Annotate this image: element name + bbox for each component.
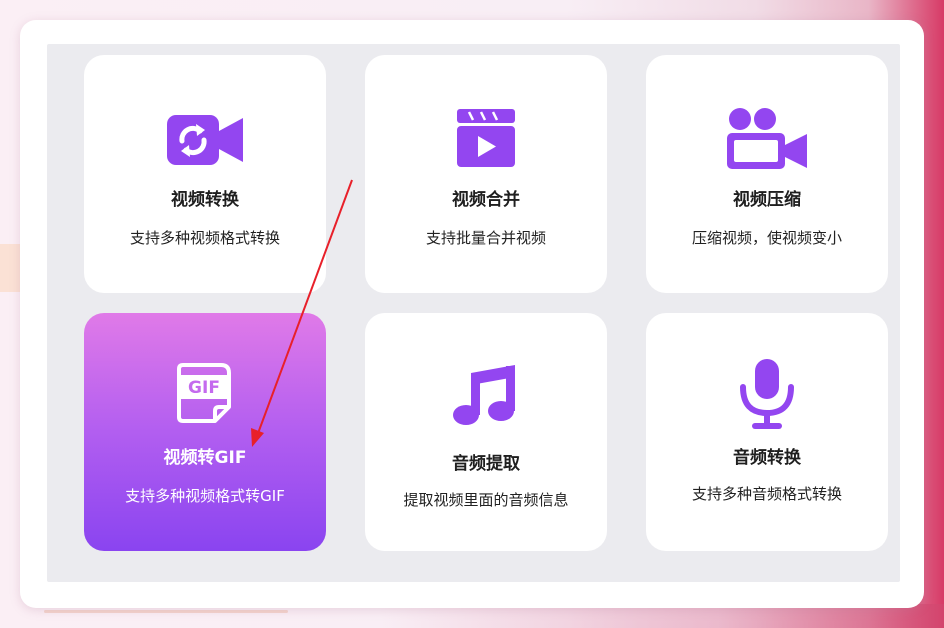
card-description: 压缩视频，使视频变小 — [691, 229, 842, 247]
gif-file-icon: GIF — [177, 363, 231, 423]
tools-grid: 视频转换 支持多种视频格式转换 视频合并 支持批量合并视频 视频压缩 压缩视频，… — [47, 44, 900, 582]
card-title: 视频转换 — [171, 190, 239, 210]
card-description: 提取视频里面的音频信息 — [403, 491, 569, 509]
card-description: 支持多种视频格式转换 — [129, 229, 280, 247]
card-title: 音频提取 — [452, 454, 520, 474]
card-description: 支持多种视频格式转GIF — [125, 487, 285, 505]
card-title: 视频合并 — [452, 190, 520, 210]
tool-card-video-to-gif[interactable]: GIF 视频转GIF 支持多种视频格式转GIF — [84, 313, 326, 551]
card-description: 支持批量合并视频 — [425, 229, 546, 247]
tool-card-audio-convert[interactable]: 音频转换 支持多种音频格式转换 — [646, 313, 888, 551]
card-title: 视频转GIF — [163, 448, 247, 468]
card-title: 音频转换 — [733, 448, 801, 468]
card-description: 支持多种音频格式转换 — [691, 485, 842, 503]
microphone-icon — [740, 359, 794, 429]
background-line — [44, 610, 288, 613]
video-convert-icon — [167, 115, 243, 165]
tool-card-video-compress[interactable]: 视频压缩 压缩视频，使视频变小 — [646, 55, 888, 293]
tool-card-audio-extract[interactable]: 音频提取 提取视频里面的音频信息 — [365, 313, 607, 551]
clapperboard-play-icon — [457, 109, 515, 167]
video-camera-icon — [727, 108, 807, 169]
tool-card-video-convert[interactable]: 视频转换 支持多种视频格式转换 — [84, 55, 326, 293]
tool-card-video-merge[interactable]: 视频合并 支持批量合并视频 — [365, 55, 607, 293]
card-title: 视频压缩 — [733, 190, 801, 210]
music-note-icon — [453, 365, 515, 425]
svg-text:GIF: GIF — [188, 378, 220, 398]
